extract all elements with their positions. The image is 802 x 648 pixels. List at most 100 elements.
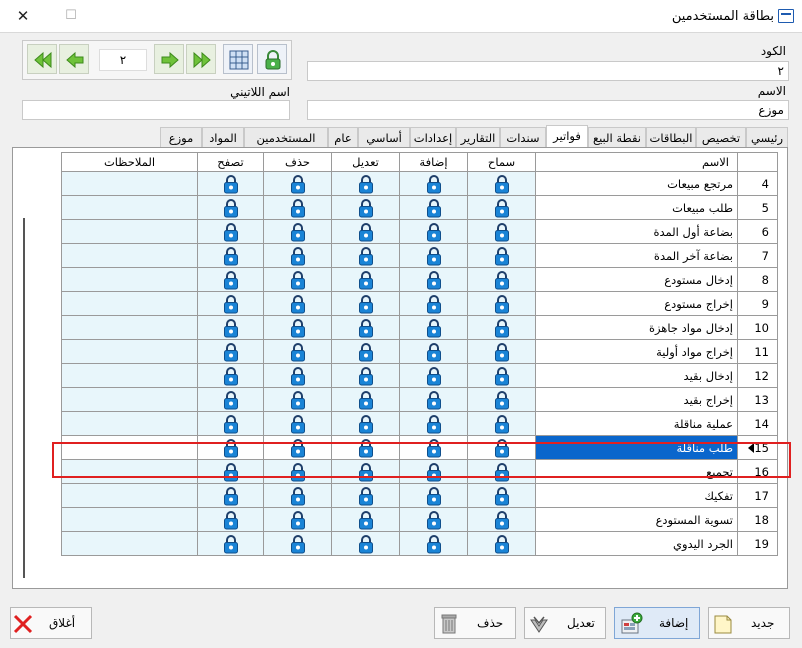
tab-6[interactable]: سندات <box>500 127 546 147</box>
delete-permission-cell[interactable] <box>263 387 332 412</box>
browse-permission-cell[interactable] <box>197 507 264 532</box>
lock-icon[interactable] <box>494 414 510 433</box>
notes-cell[interactable] <box>61 483 198 508</box>
column-header-notes[interactable]: الملاحظات <box>61 152 198 172</box>
lock-icon[interactable] <box>358 318 374 337</box>
lock-icon[interactable] <box>358 198 374 217</box>
lock-icon[interactable] <box>494 390 510 409</box>
lock-icon[interactable] <box>494 246 510 265</box>
delete-permission-cell[interactable] <box>263 315 332 340</box>
new-button[interactable]: جديد <box>708 607 790 639</box>
lock-icon[interactable] <box>358 510 374 529</box>
notes-cell[interactable] <box>61 243 198 268</box>
tab-1[interactable]: رئيسي <box>746 127 788 147</box>
tab-5[interactable]: فواتير <box>546 125 588 147</box>
browse-permission-cell[interactable] <box>197 267 264 292</box>
add-permission-cell[interactable] <box>399 315 468 340</box>
grid-view-button[interactable] <box>223 44 253 74</box>
notes-cell[interactable] <box>61 507 198 532</box>
lock-icon[interactable] <box>223 534 239 553</box>
table-row[interactable]: طلب مبيعات 5 <box>61 195 778 220</box>
notes-cell[interactable] <box>61 363 198 388</box>
lock-icon[interactable] <box>358 270 374 289</box>
row-name-cell[interactable]: طلب مبيعات <box>535 195 738 220</box>
lock-icon[interactable] <box>290 534 306 553</box>
edit-permission-cell[interactable] <box>331 219 400 244</box>
tab-13[interactable]: موزع <box>160 127 202 147</box>
lock-icon[interactable] <box>290 510 306 529</box>
lock-icon[interactable] <box>426 222 442 241</box>
edit-permission-cell[interactable] <box>331 531 400 556</box>
column-header-name[interactable]: الاسم <box>535 152 738 172</box>
lock-icon[interactable] <box>426 294 442 313</box>
table-row[interactable]: إدخال مواد جاهزة 10 <box>61 315 778 340</box>
lock-icon[interactable] <box>290 294 306 313</box>
delete-permission-cell[interactable] <box>263 483 332 508</box>
allow-permission-cell[interactable] <box>467 411 536 436</box>
tab-3[interactable]: البطاقات <box>646 127 696 147</box>
edit-button[interactable]: تعديل <box>524 607 606 639</box>
name-field[interactable]: موزع <box>307 100 789 120</box>
allow-permission-cell[interactable] <box>467 387 536 412</box>
lock-icon[interactable] <box>426 270 442 289</box>
lock-icon[interactable] <box>494 318 510 337</box>
lock-icon[interactable] <box>290 366 306 385</box>
lock-icon[interactable] <box>494 174 510 193</box>
lock-icon[interactable] <box>223 510 239 529</box>
lock-icon[interactable] <box>426 342 442 361</box>
edit-permission-cell[interactable] <box>331 483 400 508</box>
lock-icon[interactable] <box>290 174 306 193</box>
column-header-add[interactable]: إضافة <box>399 152 468 172</box>
table-row[interactable]: بضاعة أول المدة 6 <box>61 219 778 244</box>
table-row[interactable]: مرتجع مبيعات 4 <box>61 171 778 196</box>
lock-icon[interactable] <box>223 486 239 505</box>
add-permission-cell[interactable] <box>399 291 468 316</box>
close-button[interactable]: أغلاق <box>10 607 92 639</box>
lock-icon[interactable] <box>290 222 306 241</box>
unlock-button[interactable] <box>257 44 287 74</box>
edit-permission-cell[interactable] <box>331 387 400 412</box>
lock-icon[interactable] <box>426 366 442 385</box>
lock-icon[interactable] <box>223 342 239 361</box>
column-header-allow[interactable]: سماح <box>467 152 536 172</box>
edit-permission-cell[interactable] <box>331 195 400 220</box>
allow-permission-cell[interactable] <box>467 195 536 220</box>
add-permission-cell[interactable] <box>399 531 468 556</box>
lock-icon[interactable] <box>223 390 239 409</box>
lock-icon[interactable] <box>426 198 442 217</box>
lock-icon[interactable] <box>426 390 442 409</box>
delete-permission-cell[interactable] <box>263 243 332 268</box>
table-row[interactable]: إدخال مستودع 8 <box>61 267 778 292</box>
lock-icon[interactable] <box>426 246 442 265</box>
edit-permission-cell[interactable] <box>331 267 400 292</box>
lock-icon[interactable] <box>223 270 239 289</box>
row-name-cell[interactable]: إدخال مستودع <box>535 267 738 292</box>
add-permission-cell[interactable] <box>399 387 468 412</box>
table-row[interactable]: إخراج بقيد 13 <box>61 387 778 412</box>
lock-icon[interactable] <box>358 414 374 433</box>
lock-icon[interactable] <box>290 318 306 337</box>
lock-icon[interactable] <box>290 246 306 265</box>
allow-permission-cell[interactable] <box>467 315 536 340</box>
row-name-cell[interactable]: عملية مناقلة <box>535 411 738 436</box>
lock-icon[interactable] <box>358 486 374 505</box>
table-row[interactable]: إدخال بقيد 12 <box>61 363 778 388</box>
row-name-cell[interactable]: الجرد اليدوي <box>535 531 738 556</box>
lock-icon[interactable] <box>223 198 239 217</box>
tab-11[interactable]: المستخدمين <box>244 127 328 147</box>
tab-2[interactable]: تخصيص <box>696 127 746 147</box>
grid-scrollbar[interactable] <box>23 218 25 578</box>
add-permission-cell[interactable] <box>399 195 468 220</box>
lock-icon[interactable] <box>223 294 239 313</box>
lock-icon[interactable] <box>223 222 239 241</box>
table-row[interactable]: عملية مناقلة 14 <box>61 411 778 436</box>
edit-permission-cell[interactable] <box>331 291 400 316</box>
notes-cell[interactable] <box>61 171 198 196</box>
lock-icon[interactable] <box>358 342 374 361</box>
lock-icon[interactable] <box>426 534 442 553</box>
allow-permission-cell[interactable] <box>467 483 536 508</box>
lock-icon[interactable] <box>223 366 239 385</box>
row-name-cell[interactable]: تسوية المستودع <box>535 507 738 532</box>
table-row[interactable]: تسوية المستودع 18 <box>61 507 778 532</box>
notes-cell[interactable] <box>61 267 198 292</box>
